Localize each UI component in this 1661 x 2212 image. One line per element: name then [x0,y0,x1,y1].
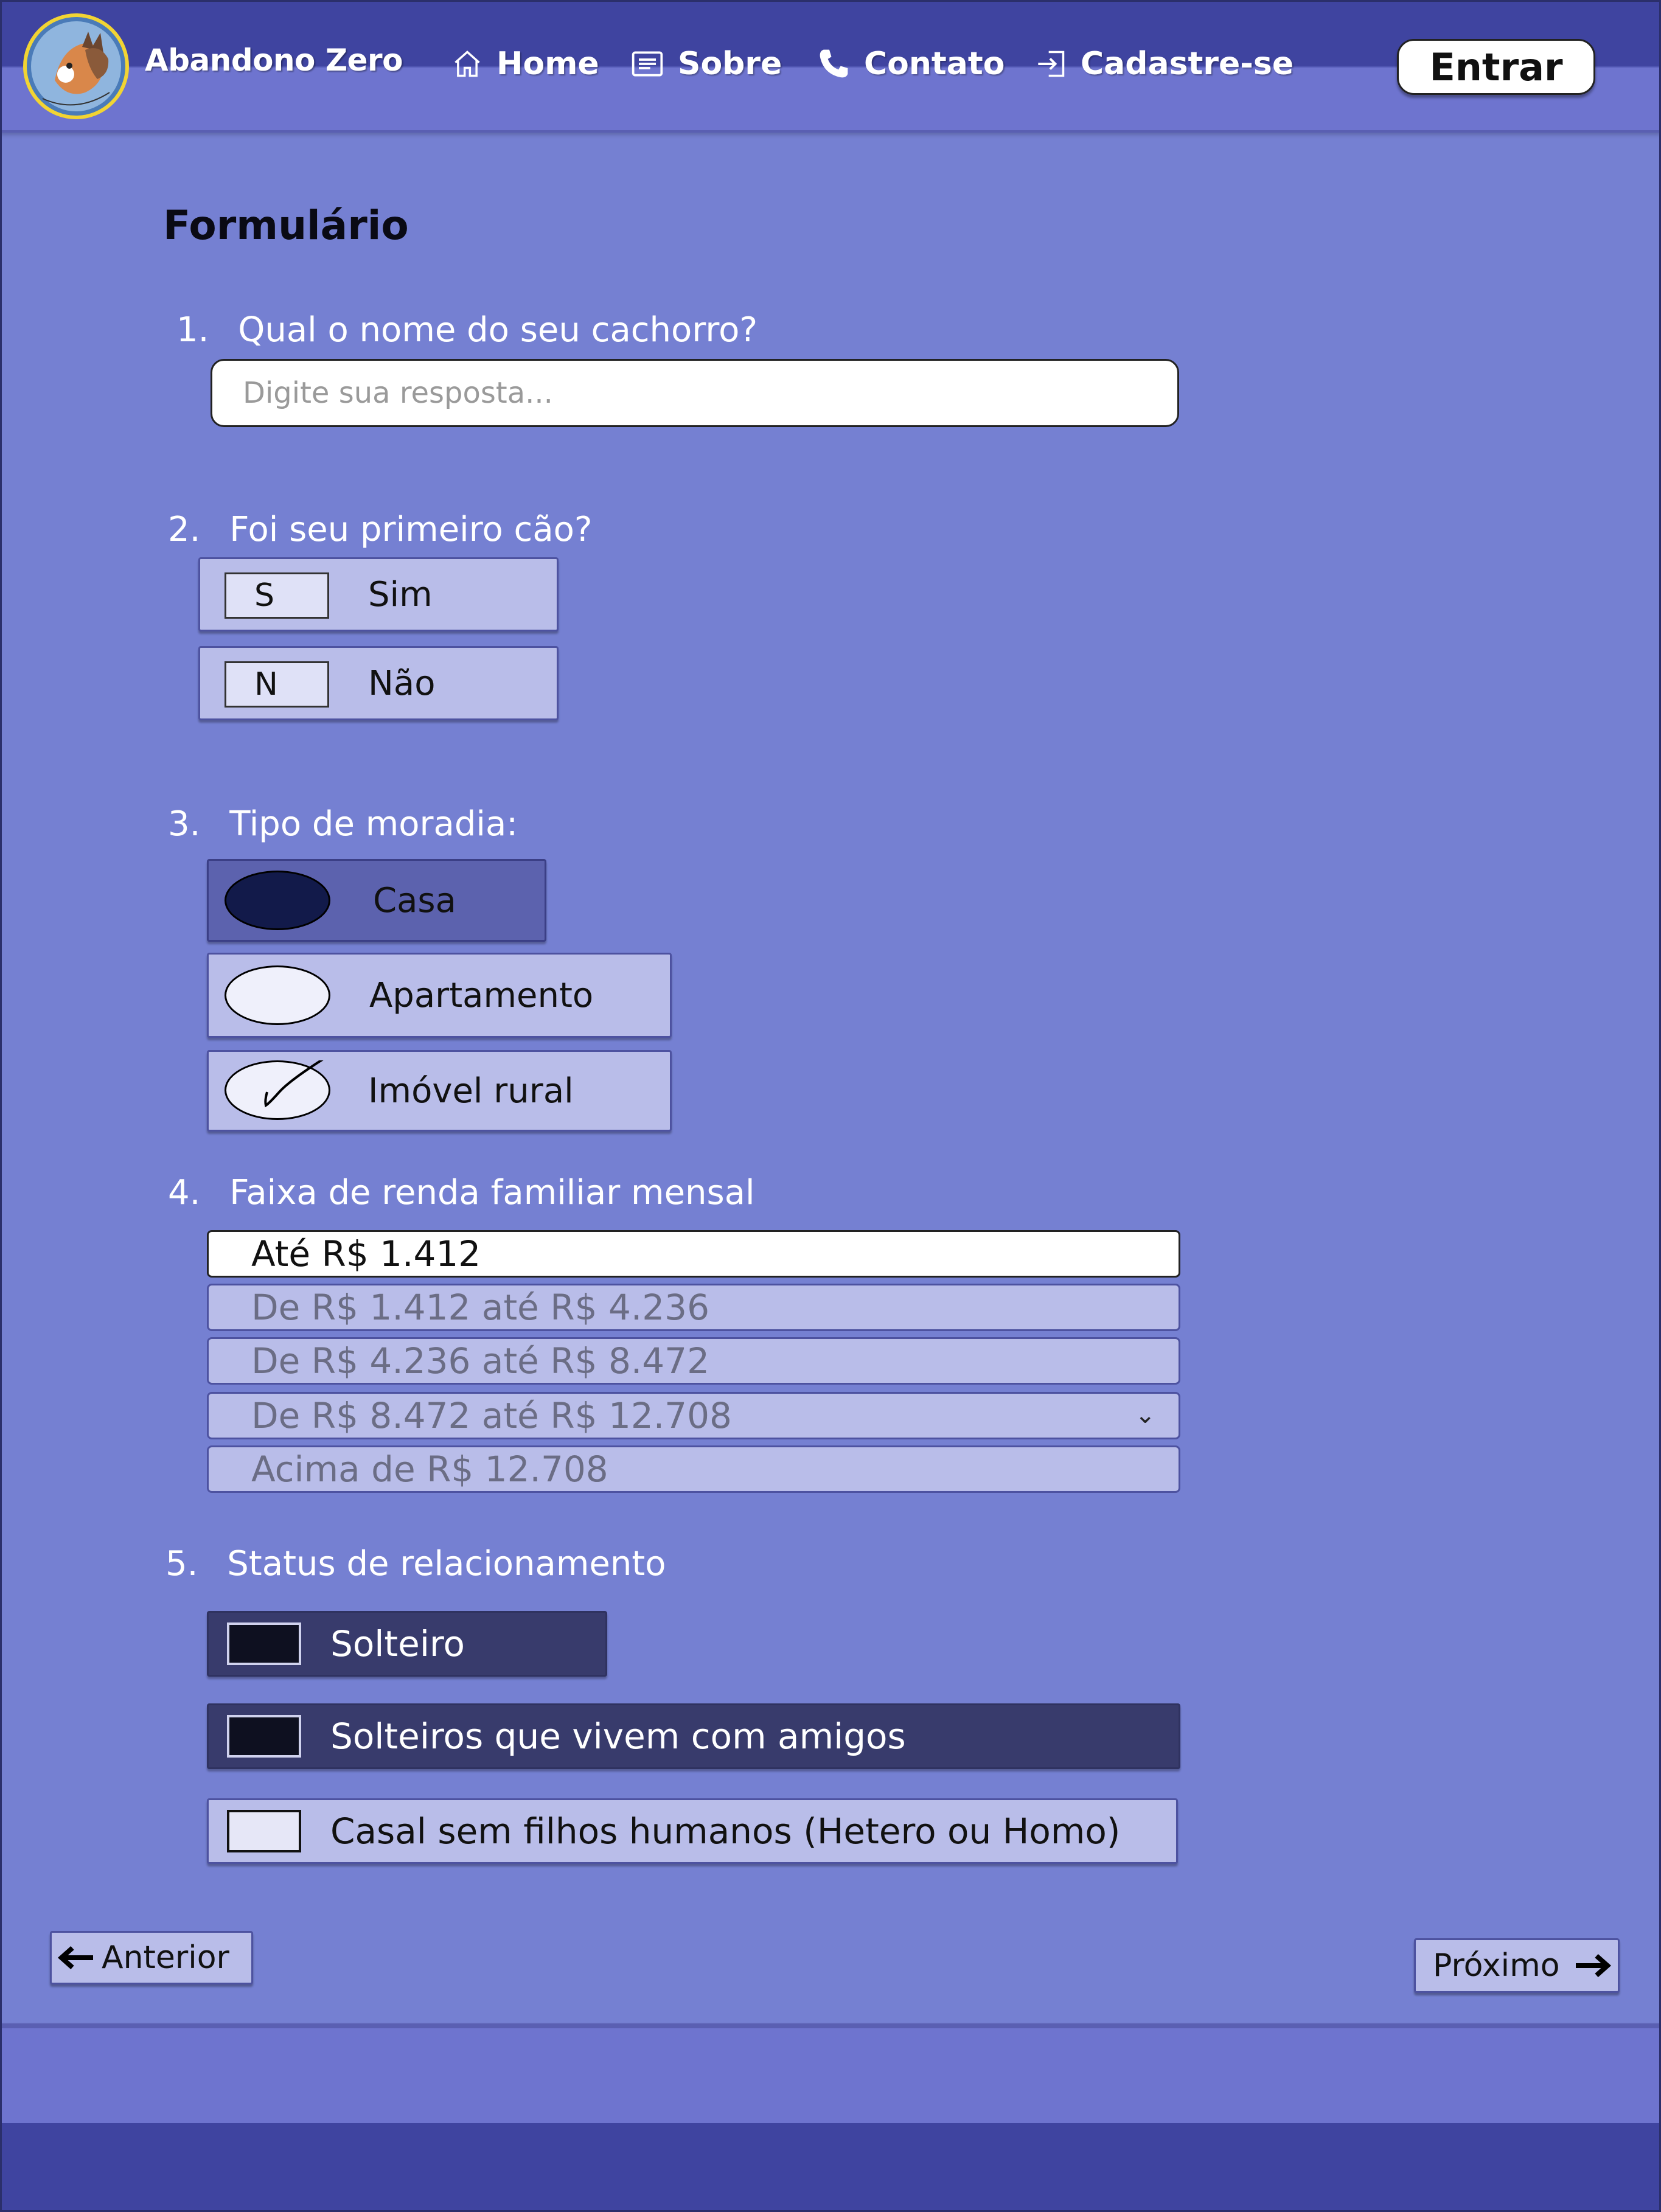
option-label: De R$ 8.472 até R$ 12.708 [251,1395,732,1436]
checkbox-checked-icon [227,1715,301,1758]
income-option-3[interactable]: De R$ 4.236 até R$ 8.472 [207,1337,1180,1385]
option-label: Sim [368,574,433,614]
question-text: Qual o nome do seu cachorro? [238,310,758,350]
radio-checked-icon [225,1060,330,1120]
radio-selected-icon [225,871,330,930]
nav-cadastre-label: Cadastre-se [1081,46,1294,82]
option-label: Casa [373,880,456,920]
footer-bottom-bar [0,2123,1661,2212]
income-option-2[interactable]: De R$ 1.412 até R$ 4.236 [207,1284,1180,1331]
next-button[interactable]: Próximo [1414,1938,1620,1993]
option-casal-sem-filhos[interactable]: Casal sem filhos humanos (Hetero ou Homo… [207,1798,1178,1864]
option-label: Casal sem filhos humanos (Hetero ou Homo… [330,1810,1121,1852]
login-arrow-icon [1038,50,1065,77]
key-badge: N [225,661,329,708]
question-3: 3. Tipo de moradia: [168,804,518,844]
option-label: Solteiros que vivem com amigos [330,1716,906,1757]
footer [0,2028,1661,2123]
option-label: Imóvel rural [368,1071,574,1111]
question-number: 2. [168,510,201,549]
checkbox-empty-icon [227,1810,301,1852]
question-text: Tipo de moradia: [229,804,518,844]
previous-button[interactable]: Anterior [50,1931,253,1984]
income-option-1[interactable]: Até R$ 1.412 [207,1230,1180,1278]
option-nao[interactable]: N Não [198,646,559,720]
radio-empty-icon [225,965,330,1025]
question-1: 1. Qual o nome do seu cachorro? [176,310,757,350]
income-option-5[interactable]: Acima de R$ 12.708 [207,1445,1180,1493]
option-label: Não [368,663,436,703]
option-apartamento[interactable]: Apartamento [207,953,672,1038]
question-number: 4. [168,1173,201,1212]
previous-label: Anterior [102,1939,229,1976]
next-label: Próximo [1433,1947,1560,1984]
income-option-4[interactable]: De R$ 8.472 até R$ 12.708 ⌄ [207,1392,1180,1439]
option-solteiro[interactable]: Solteiro [207,1611,607,1677]
question-text: Faixa de renda familiar mensal [229,1173,755,1212]
phone-icon [820,49,848,78]
nav-home-label: Home [496,46,599,82]
question-5: 5. Status de relacionamento [165,1544,666,1584]
question-number: 5. [165,1544,198,1584]
dog-name-input[interactable]: Digite sua resposta... [211,359,1179,427]
footer-divider [0,2023,1661,2028]
question-text: Status de relacionamento [227,1544,666,1584]
arrow-left-icon [57,1946,93,1969]
chevron-down-icon[interactable]: ⌄ [1135,1401,1155,1429]
option-casa[interactable]: Casa [207,859,546,942]
form-title: Formulário [163,202,409,249]
question-text: Foi seu primeiro cão? [229,510,593,549]
login-button[interactable]: Entrar [1397,39,1595,95]
option-label: Apartamento [369,975,594,1015]
document-icon [632,51,663,77]
question-number: 1. [176,310,209,350]
brand-name[interactable]: Abandono Zero [145,43,403,78]
question-4: 4. Faixa de renda familiar mensal [168,1173,755,1212]
home-icon [454,50,480,77]
nav-sobre[interactable]: Sobre [630,43,782,85]
top-navbar: Abandono Zero Home Sobre Contato Cadastr… [0,0,1661,133]
logo-image[interactable] [18,7,134,123]
checkbox-checked-icon [227,1622,301,1665]
nav-sobre-label: Sobre [678,46,782,82]
option-label: Solteiro [330,1623,465,1664]
option-imovel-rural[interactable]: Imóvel rural [207,1050,672,1132]
nav-home[interactable]: Home [451,43,599,85]
question-2: 2. Foi seu primeiro cão? [168,510,593,549]
option-solteiros-amigos[interactable]: Solteiros que vivem com amigos [207,1703,1180,1769]
key-badge: S [225,572,329,619]
question-number: 3. [168,804,201,844]
nav-contato-label: Contato [864,46,1005,82]
option-sim[interactable]: S Sim [198,557,559,631]
nav-contato[interactable]: Contato [817,43,1005,85]
arrow-right-icon [1575,1954,1611,1977]
nav-cadastre[interactable]: Cadastre-se [1036,43,1294,85]
